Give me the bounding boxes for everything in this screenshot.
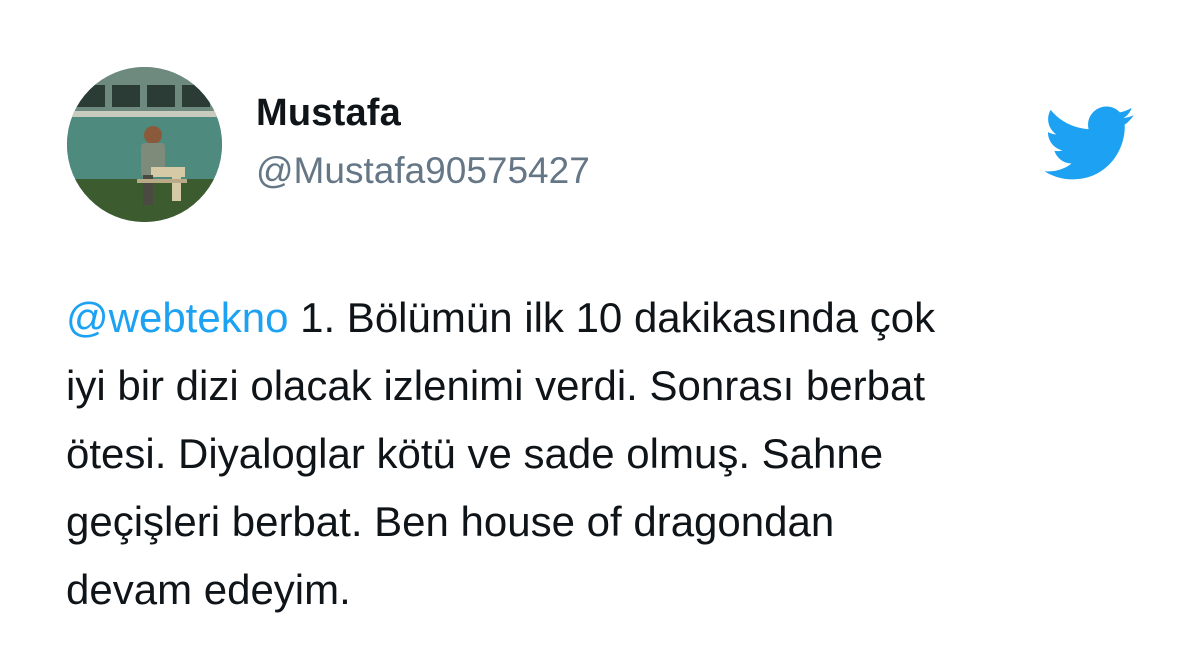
twitter-bird-icon[interactable] [1044,106,1136,182]
tweet-line-3: ötesi. Diyaloglar kötü ve sade olmuş. Sa… [66,430,884,477]
mention-link[interactable]: @webtekno [66,294,288,341]
user-handle[interactable]: @Mustafa90575427 [256,150,590,192]
tweet-text: @webtekno 1. Bölümün ilk 10 dakikasında … [66,284,1146,624]
tweet-card: Mustafa @Mustafa90575427 @webtekno 1. Bö… [0,0,1200,658]
tweet-line-1-text: 1. Bölümün ilk 10 dakikasında çok [288,294,936,341]
tweet-line-5: devam edeyim. [66,566,351,613]
display-name[interactable]: Mustafa [256,92,401,135]
avatar[interactable] [67,67,222,222]
tweet-line-4: geçişleri berbat. Ben house of dragondan [66,498,835,545]
tweet-line-2: iyi bir dizi olacak izlenimi verdi. Sonr… [66,362,926,409]
tweet-line-1: @webtekno 1. Bölümün ilk 10 dakikasında … [66,284,1146,352]
avatar-photo [67,67,222,222]
